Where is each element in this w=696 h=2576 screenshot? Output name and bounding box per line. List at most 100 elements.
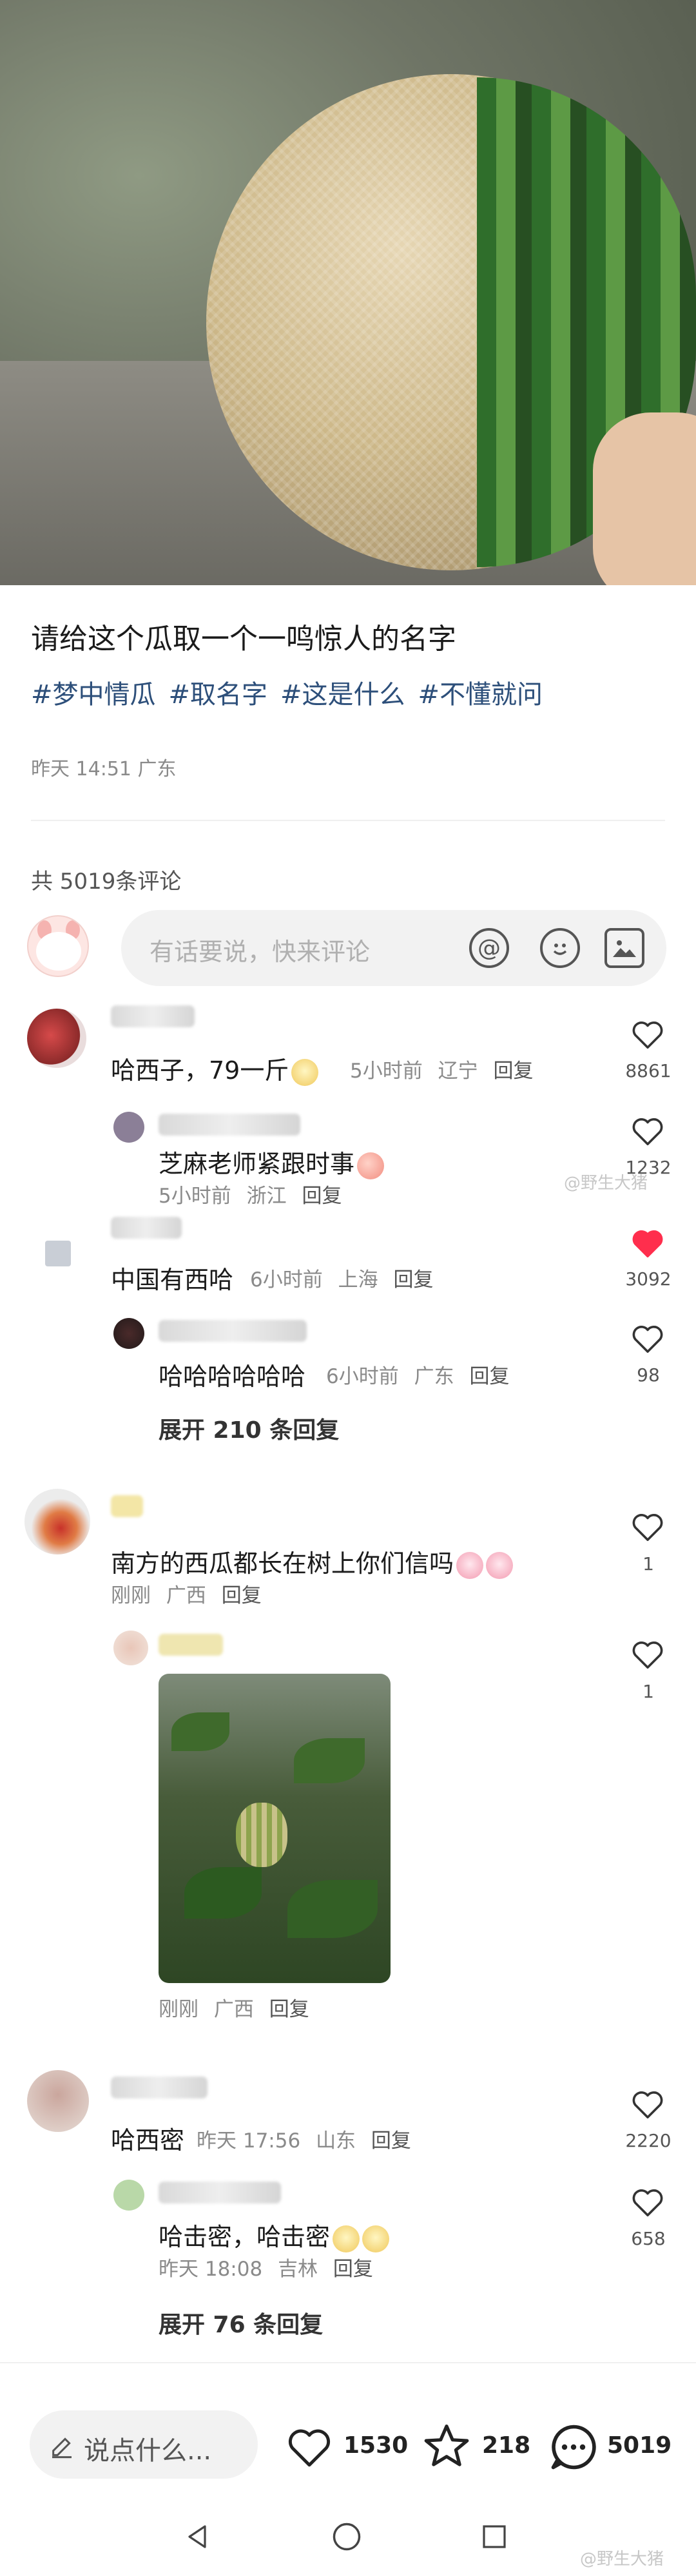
reply-text-body: 芝麻老师紧跟时事 [159,1150,355,1178]
post-like-count: 1530 [343,2432,409,2459]
watermark: @野生大猪 [564,1174,648,1193]
reply-text: 哈击密，哈击密 [159,2217,390,2252]
avatar[interactable] [27,1009,86,1068]
like-count: 1 [643,1681,654,1702]
like-count: 2220 [625,2130,672,2151]
avatar[interactable] [113,1318,144,1349]
comment-meta: 昨天 17:56 山东 回复 [197,2124,411,2153]
comment-time: 5小时前 [350,1060,423,1083]
heart-icon[interactable] [630,1017,665,1052]
comment-location: 广西 [166,1584,206,1607]
heart-icon[interactable] [630,1509,665,1544]
comment-text: 哈西密 [111,2126,185,2155]
heart-icon[interactable] [630,1114,665,1148]
heart-icon[interactable] [284,2423,335,2471]
comment-text: 南方的西瓜都长在树上你们信吗 [111,1544,514,1579]
back-triangle-icon[interactable] [182,2521,213,2552]
reply-meta: 6小时前 广东 回复 [326,1360,509,1389]
heart-icon[interactable] [630,1321,665,1356]
comment-meta: 刚刚 广西 回复 [111,1579,262,1608]
like-count: 8861 [625,1060,672,1081]
commenter-name-blurred[interactable] [159,1114,300,1136]
comment-location: 山东 [316,2129,356,2153]
emoji-icon[interactable] [540,928,580,968]
heart-icon[interactable] [630,2087,665,2122]
reply-button[interactable]: 回复 [493,1060,533,1083]
avatar[interactable] [113,1631,148,1665]
avatar-face [36,932,81,971]
leaf [184,1867,262,1919]
post-title: 请给这个瓜取一个一鸣惊人的名字 [31,623,456,655]
commenter-name-blurred[interactable] [111,2077,208,2098]
divider [31,820,665,821]
reply-button[interactable]: 回复 [333,2258,373,2281]
reply-button[interactable]: 回复 [393,1268,433,1292]
bottom-bar-divider [0,2362,696,2363]
post-comment-count: 5019 [607,2432,672,2459]
comment-time: 6小时前 [250,1268,323,1292]
comment-text-body: 南方的西瓜都长在树上你们信吗 [111,1549,454,1578]
comment-icon[interactable] [546,2420,601,2474]
commenter-name-blurred[interactable] [159,1320,307,1342]
recent-square-icon[interactable] [479,2521,510,2552]
crying-emoji-icon [486,1551,514,1579]
tag-link[interactable]: #取名字 [169,673,268,711]
reply-meta: 昨天 18:08 吉林 回复 [159,2252,373,2281]
like-count: 3092 [625,1268,672,1290]
tag-link[interactable]: #梦中情瓜 [31,673,156,711]
leaf [287,1880,378,1938]
melon-emoji-icon [362,2225,390,2252]
reply-image-tree[interactable] [159,1674,391,1983]
leaf [171,1712,229,1751]
watermark: @野生大猪 [580,2550,664,2569]
expand-replies-button[interactable]: 展开 76 条回复 [159,2306,323,2339]
heart-icon[interactable] [630,2185,665,2220]
comment-time: 昨天 17:56 [197,2129,301,2153]
avatar[interactable] [24,1489,90,1554]
reply-location: 广东 [414,1365,454,1388]
avatar[interactable] [45,1241,71,1266]
my-avatar[interactable] [27,915,89,977]
heart-icon[interactable] [630,1637,665,1672]
heart-icon[interactable] [630,1226,665,1261]
post-star-count: 218 [482,2432,531,2459]
comment-meta: 6小时前 上海 回复 [250,1263,433,1292]
tag-link[interactable]: #不懂就问 [418,673,543,711]
commenter-name-blurred[interactable] [111,1005,195,1027]
at-icon[interactable]: @ [469,928,509,968]
expand-replies-button[interactable]: 展开 210 条回复 [159,1411,339,1445]
like-count: 1 [643,1553,654,1574]
commenter-name-blurred[interactable] [111,1217,182,1239]
comment-text: 哈西子，79一斤 [111,1051,319,1086]
comment-text-body: 哈西子，79一斤 [111,1056,289,1085]
comment-meta: 5小时前 辽宁 回复 [350,1054,533,1083]
avatar[interactable] [113,1112,144,1143]
reply-time: 刚刚 [159,1998,198,2021]
home-circle-icon[interactable] [330,2520,363,2553]
reply-meta: 5小时前 浙江 回复 [159,1179,342,1208]
reply-location: 广西 [213,1998,254,2021]
reply-button[interactable]: 回复 [269,1998,309,2021]
reply-button[interactable]: 回复 [371,2129,411,2153]
commenter-name-blurred[interactable] [159,1634,223,1656]
reply-button[interactable]: 回复 [222,1584,262,1607]
image-icon[interactable] [604,928,644,968]
tag-link[interactable]: #这是什么 [280,673,405,711]
commenter-name-blurred[interactable] [111,1495,143,1517]
comment-location: 上海 [338,1268,378,1292]
reply-button[interactable]: 回复 [302,1185,342,1208]
reply-time: 6小时前 [326,1365,399,1388]
reply-time: 5小时前 [159,1185,231,1208]
reply-text: 芝麻老师紧跟时事 [159,1144,385,1179]
melon-emoji-icon [333,2225,360,2252]
commenter-name-blurred[interactable] [159,2182,281,2203]
leaf [294,1738,365,1783]
avatar[interactable] [113,2180,144,2211]
melon-emoji-icon [291,1058,319,1086]
peach-emoji-icon [357,1152,385,1179]
reply-button[interactable]: 回复 [469,1365,509,1388]
avatar[interactable] [27,2070,89,2132]
post-image[interactable] [0,0,696,585]
reply-time: 昨天 18:08 [159,2258,263,2281]
star-icon[interactable] [420,2420,473,2473]
